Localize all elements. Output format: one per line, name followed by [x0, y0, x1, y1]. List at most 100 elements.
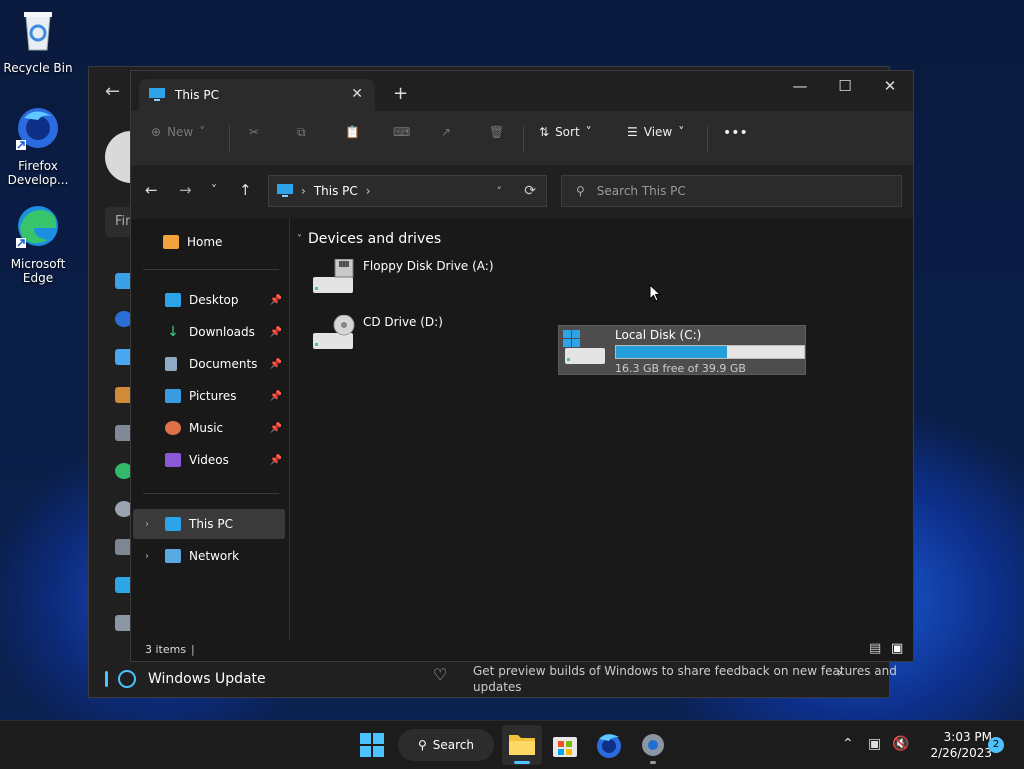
- back-arrow-icon[interactable]: ←: [105, 81, 120, 102]
- new-tab-icon[interactable]: +: [393, 83, 408, 104]
- sidebar-item-network[interactable]: › Network: [131, 541, 286, 571]
- display-icon[interactable]: ▣: [868, 736, 881, 752]
- view-button[interactable]: ☰ View ˅: [627, 125, 684, 139]
- pin-icon[interactable]: 📌: [270, 327, 282, 338]
- nav-divider: [143, 493, 279, 494]
- share-icon[interactable]: ↗: [441, 125, 451, 139]
- chevron-right-icon[interactable]: ›: [837, 665, 843, 681]
- forward-arrow-icon[interactable]: →: [179, 181, 192, 199]
- sidebar-item-label: Desktop: [189, 293, 239, 307]
- file-explorer-window: This PC ✕ + — ☐ ✕ ⊕ New ˅ ✂ ⧉ 📋 ⌨ ↗ 🗑 ⇅ …: [130, 70, 914, 662]
- title-bar: This PC ✕ + — ☐ ✕: [131, 71, 913, 111]
- pin-icon[interactable]: 📌: [270, 295, 282, 306]
- back-arrow-icon[interactable]: ←: [145, 181, 158, 199]
- expand-chevron-icon[interactable]: ›: [145, 551, 149, 562]
- close-tab-icon[interactable]: ✕: [351, 86, 363, 102]
- sort-icon: ⇅: [539, 125, 550, 139]
- breadcrumb-this-pc[interactable]: This PC: [314, 184, 358, 198]
- sidebar-item-label: Music: [189, 421, 224, 435]
- selection-divider: |: [191, 643, 195, 656]
- delete-icon[interactable]: 🗑: [489, 125, 504, 139]
- network-icon: [165, 549, 181, 563]
- sidebar-item-label: Windows Update: [148, 671, 266, 687]
- group-header-devices[interactable]: ˅ Devices and drives: [297, 231, 441, 247]
- windows-drive-icon: [563, 330, 605, 364]
- taskbar: ⚲ Search ⌃ ▣ 🔇 3:03 PM 2/26/2023 2: [0, 720, 1024, 769]
- sidebar-item-music[interactable]: Music 📌: [131, 413, 286, 443]
- sidebar-item-pictures[interactable]: Pictures 📌: [131, 381, 286, 411]
- sidebar-item-home[interactable]: Home: [131, 227, 286, 257]
- command-bar: ⊕ New ˅ ✂ ⧉ 📋 ⌨ ↗ 🗑 ⇅ Sort ˅ ☰ View ˅ ••…: [131, 111, 913, 165]
- desktop-icon-recycle-bin[interactable]: Recycle Bin: [0, 6, 76, 75]
- search-icon: ⚲: [576, 184, 585, 198]
- recent-locations-icon[interactable]: ˅: [211, 183, 217, 197]
- pin-icon[interactable]: 📌: [270, 423, 282, 434]
- breadcrumb-chevron-icon[interactable]: ›: [366, 184, 371, 198]
- new-button[interactable]: ⊕ New ˅: [151, 125, 205, 139]
- folder-icon: [509, 735, 535, 755]
- minimize-icon[interactable]: —: [778, 77, 822, 95]
- sidebar-item-videos[interactable]: Videos 📌: [131, 445, 286, 475]
- sidebar-item-label: Videos: [189, 453, 229, 467]
- sidebar-item-desktop[interactable]: Desktop 📌: [131, 285, 286, 315]
- tab-title: This PC: [175, 88, 219, 102]
- close-window-icon[interactable]: ✕: [868, 77, 912, 95]
- desktop-icon-edge[interactable]: Microsoft Edge: [0, 202, 76, 285]
- settings-gear-icon[interactable]: [637, 729, 669, 761]
- view-label: View: [643, 125, 673, 139]
- chevron-down-icon: ˅: [199, 125, 206, 139]
- sidebar-item-downloads[interactable]: ↓ Downloads 📌: [131, 317, 286, 347]
- firefox-developer-taskbar-icon[interactable]: [593, 729, 625, 761]
- volume-muted-icon[interactable]: 🔇: [892, 736, 909, 752]
- home-icon: [163, 235, 179, 249]
- tab-this-pc[interactable]: This PC ✕: [139, 79, 375, 111]
- desktop-icon-firefox-dev[interactable]: Firefox Develop...: [0, 104, 76, 187]
- start-windows-icon[interactable]: [356, 729, 388, 761]
- address-row: ← → ˅ ↑ › This PC › ˅ ⟳ ⚲ Search This PC: [131, 165, 913, 219]
- chevron-down-icon: ˅: [585, 125, 592, 139]
- item-count: 3 items: [145, 643, 187, 656]
- maximize-icon[interactable]: ☐: [823, 77, 867, 95]
- search-input[interactable]: ⚲ Search This PC: [561, 175, 902, 207]
- plus-circle-icon: ⊕: [151, 125, 162, 139]
- drive-cd[interactable]: CD Drive (D:): [311, 315, 443, 351]
- microsoft-store-icon[interactable]: [549, 729, 581, 761]
- navigation-pane: Home Desktop 📌 ↓ Downloads 📌 Documents 📌…: [131, 219, 290, 641]
- toolbar-divider: [229, 125, 230, 153]
- pin-icon[interactable]: 📌: [270, 359, 282, 370]
- sidebar-item-label: Pictures: [189, 389, 237, 403]
- this-pc-icon: [165, 517, 181, 531]
- taskbar-clock[interactable]: 3:03 PM 2/26/2023: [918, 729, 992, 761]
- tiles-view-icon[interactable]: ▣: [891, 641, 903, 656]
- this-pc-icon: [149, 88, 165, 101]
- sidebar-item-label: Documents: [189, 357, 258, 371]
- address-dropdown-icon[interactable]: ˅: [497, 185, 503, 198]
- music-icon: [165, 421, 181, 435]
- rename-icon[interactable]: ⌨: [393, 125, 410, 139]
- sidebar-item-this-pc[interactable]: › This PC: [133, 509, 285, 539]
- edge-icon: [16, 206, 58, 248]
- sort-button[interactable]: ⇅ Sort ˅: [539, 125, 592, 139]
- notification-badge[interactable]: 2: [988, 737, 1004, 753]
- new-label: New: [167, 125, 194, 139]
- paste-icon[interactable]: 📋: [345, 125, 360, 139]
- details-view-icon[interactable]: ▤: [869, 641, 881, 656]
- refresh-icon[interactable]: ⟳: [524, 183, 536, 199]
- pin-icon[interactable]: 📌: [270, 391, 282, 402]
- sidebar-item-windows-update[interactable]: Windows Update: [105, 665, 305, 693]
- address-bar[interactable]: › This PC › ˅ ⟳: [268, 175, 547, 207]
- file-explorer-taskbar-button[interactable]: [502, 725, 542, 765]
- see-more-button[interactable]: •••: [723, 125, 748, 141]
- up-arrow-icon[interactable]: ↑: [239, 181, 252, 199]
- show-hidden-icons-icon[interactable]: ⌃: [842, 736, 854, 752]
- drive-floppy[interactable]: Floppy Disk Drive (A:): [311, 259, 494, 295]
- videos-icon: [165, 453, 181, 467]
- cut-icon[interactable]: ✂: [249, 125, 259, 139]
- taskbar-search-button[interactable]: ⚲ Search: [398, 729, 494, 761]
- expand-chevron-icon[interactable]: ›: [145, 519, 149, 530]
- sidebar-item-documents[interactable]: Documents 📌: [131, 349, 286, 379]
- drive-local-c[interactable]: Local Disk (C:) 16.3 GB free of 39.9 GB: [558, 325, 806, 375]
- documents-icon: [165, 357, 177, 371]
- copy-icon[interactable]: ⧉: [297, 125, 306, 140]
- pin-icon[interactable]: 📌: [270, 455, 282, 466]
